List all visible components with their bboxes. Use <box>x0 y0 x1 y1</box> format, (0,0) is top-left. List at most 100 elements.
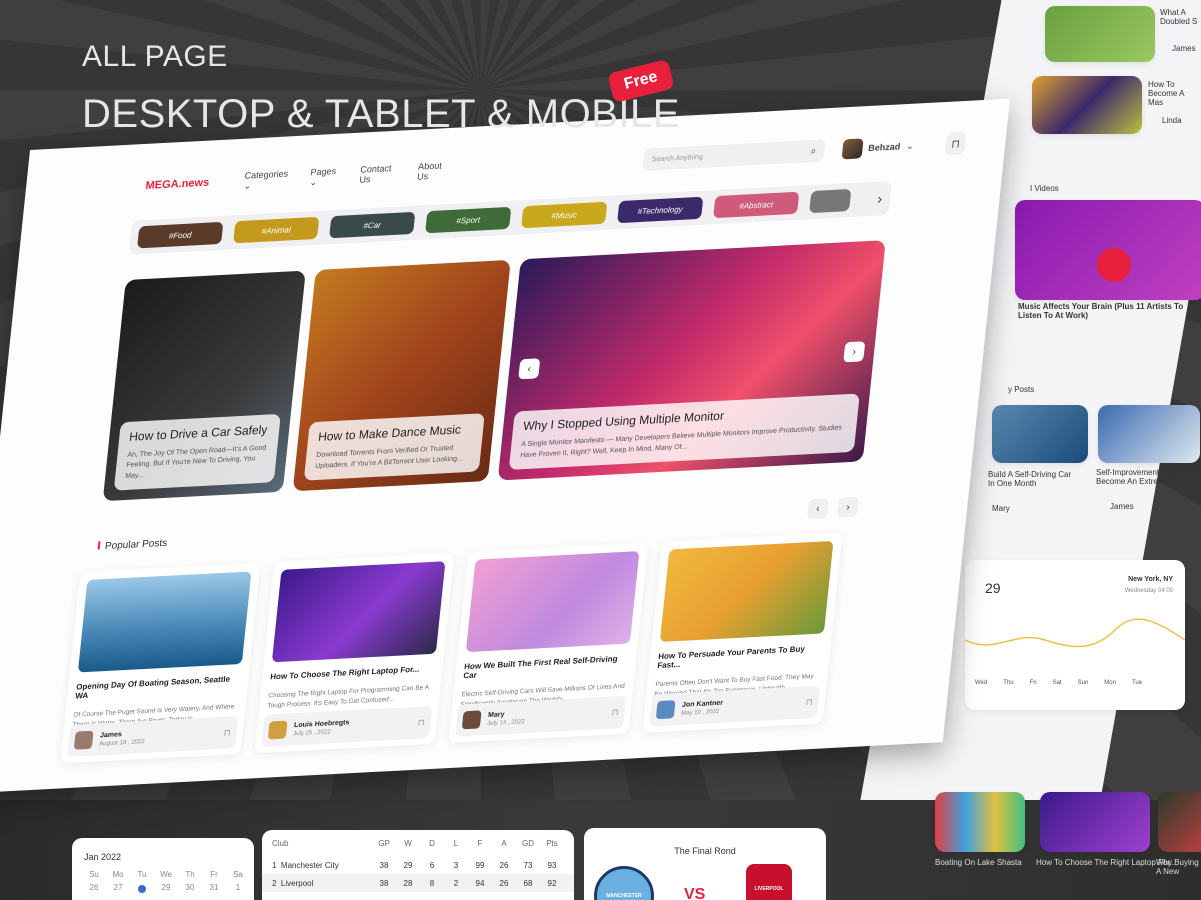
calendar-date[interactable]: 26 <box>82 883 106 895</box>
league-header-cell: L <box>453 838 459 848</box>
table-cell: 6 <box>429 860 435 870</box>
tag-music[interactable]: #Music <box>521 201 608 229</box>
weekday-label: Mo <box>112 870 124 879</box>
play-icon[interactable] <box>1097 248 1131 282</box>
side-label: y Posts <box>1008 385 1035 394</box>
tag-technology[interactable]: #Technology <box>617 196 704 224</box>
league-header-cell: GD <box>522 838 534 848</box>
post-image <box>465 551 640 653</box>
bookmark-icon[interactable]: ⊓ <box>223 727 231 738</box>
chevron-right-icon[interactable]: › <box>877 190 883 206</box>
slide-card[interactable]: Why I Stopped Using Multiple Monitor A S… <box>497 240 886 481</box>
weather-day-label: Tue <box>1131 680 1143 686</box>
weekday-label: Tu <box>137 870 147 879</box>
avatar <box>841 138 864 160</box>
post-card[interactable]: How To Choose The Right Laptop For... Ch… <box>254 552 455 754</box>
versus-label: VS <box>684 886 706 900</box>
search-icon[interactable]: ⌕ <box>810 145 817 156</box>
weather-city: New York, NY <box>1128 576 1173 583</box>
temperature-curve <box>965 618 1185 648</box>
league-header-cell: F <box>477 838 483 848</box>
table-cell: 29 <box>403 860 413 870</box>
calendar-date[interactable]: 1 <box>226 883 250 895</box>
calendar-date[interactable]: 29 <box>154 883 178 895</box>
avatar <box>461 710 482 730</box>
side-label: Boating On Lake Shasta <box>935 858 1022 867</box>
table-row[interactable]: 1 Manchester City 38 29 6 3 99 26 73 93 <box>262 856 574 874</box>
nav-item-label: Categories <box>244 167 289 181</box>
author-name: Jon Kantner <box>681 699 724 709</box>
side-video[interactable] <box>1015 200 1201 300</box>
weather-widget: 29 New York, NY Wednesday 04:00 Wed Thu … <box>965 560 1185 710</box>
popular-next-button[interactable]: › <box>836 496 860 518</box>
weather-days: Wed Thu Fri Sat Sun Mon Tue <box>975 680 1142 686</box>
manchester-city-logo: MANCHESTER <box>594 866 654 900</box>
league-header-cell: Pts <box>546 838 558 848</box>
side-thumb-kayaks <box>935 792 1025 852</box>
home-badge-text: MANCHESTER <box>606 893 642 899</box>
popular-prev-button[interactable]: ‹ <box>806 498 830 520</box>
side-label: How To Become A Mas <box>1148 80 1185 107</box>
calendar-widget: Jan 2022 Su Mo Tu We Th Fr Sa 26 27 29 3… <box>72 838 254 900</box>
slider-next-button[interactable]: › <box>843 341 866 363</box>
slide-card[interactable]: How to Drive a Car Safely Ah, The Joy Of… <box>102 270 306 502</box>
table-cell: 38 <box>379 860 389 870</box>
calendar-date[interactable]: 27 <box>106 883 130 895</box>
weather-day-label: Fri <box>1029 680 1037 686</box>
tag-animal[interactable]: #Animal <box>233 216 320 244</box>
weather-day-label: Mon <box>1104 680 1116 686</box>
table-cell: 92 <box>547 878 557 888</box>
weather-day: Wednesday 04:00 <box>1124 588 1173 594</box>
bookmark-button[interactable]: ⊓ <box>944 131 967 156</box>
post-card[interactable]: How We Built The First Real Self-Driving… <box>448 542 649 744</box>
logo[interactable]: MEGA.news <box>145 177 210 192</box>
weather-temp: 29 <box>985 580 1001 596</box>
side-thumb-newcar <box>1158 792 1201 852</box>
nav-item-pages[interactable]: Pages ⌄ <box>309 165 343 188</box>
tag-car[interactable]: #Car <box>329 211 416 239</box>
search-input[interactable]: Search Anything ⌕ <box>642 139 826 171</box>
side-label: Mary <box>992 504 1010 513</box>
weekday-label: Th <box>185 870 195 879</box>
post-card[interactable]: How To Persuade Your Parents To Buy Fast… <box>642 532 843 733</box>
rank: 1 <box>272 860 277 870</box>
slide-desc: Ah, The Joy Of The Open Road—It's A Good… <box>124 444 267 480</box>
league-header-cell: Club <box>272 838 289 848</box>
bookmark-icon[interactable]: ⊓ <box>805 696 813 707</box>
table-cell: 28 <box>403 878 413 888</box>
nav-item-categories[interactable]: Categories ⌄ <box>243 168 293 192</box>
author-name: James <box>99 730 123 739</box>
slider-prev-button[interactable]: ‹ <box>518 358 541 380</box>
calendar-date[interactable]: 31 <box>202 883 226 895</box>
bookmark-icon[interactable]: ⊓ <box>417 717 425 728</box>
slide-desc: Download Torrents From Verified Or Trust… <box>314 444 464 470</box>
weekday-label: Su <box>89 870 99 879</box>
tag-sport[interactable]: #Sport <box>425 206 512 234</box>
calendar-date-selected[interactable] <box>138 885 146 893</box>
avatar <box>655 700 676 720</box>
slide-title: How to Drive a Car Safely <box>128 422 269 444</box>
chevron-down-icon: ⌄ <box>905 140 915 151</box>
user-menu[interactable]: Behzad ⌄ <box>841 136 915 160</box>
league-header-cell: W <box>404 838 412 848</box>
featured-slider: How to Drive a Car Safely Ah, The Joy Of… <box>102 240 886 502</box>
post-title: Opening Day Of Boating Season, Seattle W… <box>74 674 231 701</box>
post-image <box>659 540 834 642</box>
bookmark-icon[interactable]: ⊓ <box>611 707 619 718</box>
nav-item-contact[interactable]: Contact Us <box>359 163 401 185</box>
post-image <box>271 561 446 663</box>
popular-posts-title: Popular Posts <box>97 538 167 553</box>
side-label: James <box>1110 502 1134 511</box>
post-card[interactable]: Opening Day Of Boating Season, Seattle W… <box>60 562 261 764</box>
nav-item-about[interactable]: About Us <box>417 160 452 181</box>
tag-food[interactable]: #Food <box>137 221 224 249</box>
chevron-down-icon: ⌄ <box>243 179 252 191</box>
table-row[interactable]: 2 Liverpool 38 28 8 2 94 26 68 92 <box>262 874 574 892</box>
side-label: Build A Self-Driving Car In One Month <box>988 470 1072 488</box>
tag-more[interactable] <box>809 188 852 214</box>
calendar-date[interactable]: 30 <box>178 883 202 895</box>
side-thumb-car <box>992 405 1088 463</box>
tag-abstract[interactable]: #Abstract <box>713 191 800 219</box>
side-label: What A Doubled S <box>1160 8 1198 26</box>
slide-card[interactable]: How to Make Dance Music Download Torrent… <box>292 259 511 492</box>
